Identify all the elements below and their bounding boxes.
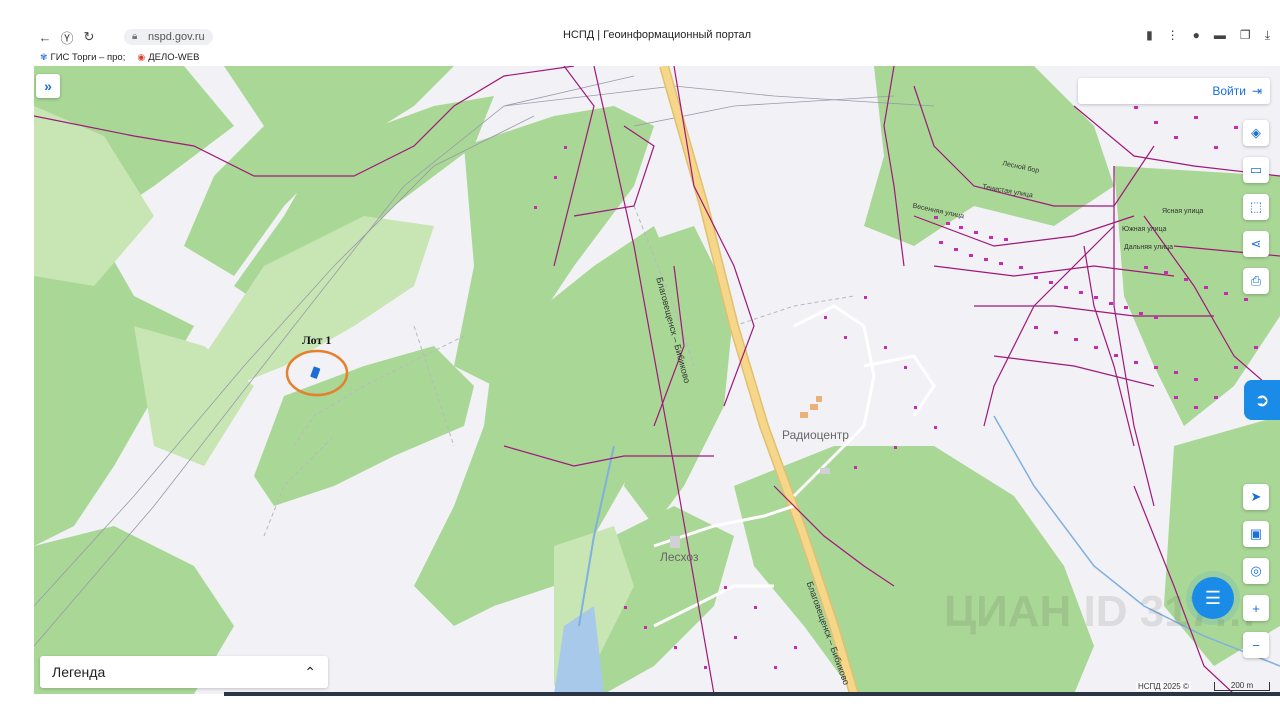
address-bar[interactable]: 🔒︎ nspd.gov.ru — [124, 29, 213, 45]
select-area-button[interactable]: ⬚ — [1243, 194, 1269, 220]
print-icon: ⎙ — [1250, 273, 1262, 288]
geo-search-button[interactable]: ◎ — [1243, 558, 1269, 584]
login-label: Войти — [1212, 84, 1246, 98]
zoom-in-icon: + — [1252, 600, 1260, 616]
map-attribution: НСПД 2025 © — [1136, 682, 1191, 691]
zoom-out-button[interactable]: − — [1243, 632, 1269, 658]
map-canvas[interactable]: ЦИАН ID 317… Лот 1 Радиоцентр Лесхоз Бла… — [34, 66, 1280, 694]
minimap-icon: ▣ — [1249, 526, 1263, 541]
gis-torgi-icon: ✾ — [40, 52, 48, 62]
geo-search-icon: ◎ — [1250, 563, 1262, 578]
zoom-out-icon: − — [1252, 637, 1260, 653]
browser-actions: ▮ ⋮ ● ▬ ❐ ⤓ — [1146, 28, 1270, 43]
street-label-5: Ясная улица — [1162, 208, 1204, 215]
legend-dropdown[interactable]: Легенда ⌃ — [40, 656, 328, 688]
map-svg: ЦИАН ID 317… — [34, 66, 1280, 694]
locate-arrow-icon: ➤ — [1250, 489, 1262, 504]
bookmarks-bar: ✾ ГИС Торги – про; ◉ ДЕЛО-WEB — [40, 52, 199, 63]
back-icon[interactable]: ← — [34, 30, 56, 45]
menu-dots-icon[interactable]: ⋮ — [1167, 28, 1179, 43]
browser-window: ← Ⓨ ↻ 🔒︎ nspd.gov.ru НСПД | Геоинформаци… — [0, 0, 1280, 720]
zoom-in-button[interactable]: + — [1243, 595, 1269, 621]
reload-icon[interactable]: ↻ — [78, 29, 100, 45]
village-radiocenter-label: Радиоцентр — [782, 428, 849, 442]
minimap-button[interactable]: ▣ — [1243, 521, 1269, 547]
tabs-icon[interactable]: ❐ — [1240, 28, 1251, 43]
ruler-button[interactable]: ▭ — [1243, 157, 1269, 183]
scale-bar: 200 m — [1214, 682, 1270, 691]
page-title: НСПД | Геоинформационный портал — [562, 29, 752, 41]
street-label-4: Дальняя улица — [1124, 244, 1173, 251]
download-icon[interactable]: ⤓ — [1265, 28, 1270, 43]
delo-web-icon: ◉ — [137, 52, 146, 62]
arrow-badge-icon: ➲ — [1254, 389, 1270, 410]
extension2-icon[interactable]: ▬ — [1214, 28, 1226, 43]
login-icon: ⇥ — [1251, 84, 1262, 98]
url-text: nspd.gov.ru — [148, 31, 205, 43]
lock-icon: 🔒︎ — [132, 31, 138, 42]
double-chevron-right-icon: » — [44, 78, 52, 94]
login-button[interactable]: Войти ⇥ — [1078, 78, 1270, 104]
chevron-updown-icon: ⌃ — [304, 663, 316, 680]
expand-panel-button[interactable]: » — [36, 74, 60, 98]
side-panel-tab[interactable]: ➲ — [1244, 380, 1280, 420]
layers-icon: ◈ — [1251, 125, 1261, 140]
bottom-strip — [224, 692, 1280, 696]
browser-toolbar: ← Ⓨ ↻ 🔒︎ nspd.gov.ru НСПД | Геоинформаци… — [34, 26, 1280, 48]
bookmark-icon[interactable]: ▮ — [1146, 28, 1153, 43]
street-label-3: Южная улица — [1122, 226, 1167, 233]
layers-button[interactable]: ◈ — [1243, 120, 1269, 146]
chat-button[interactable]: ☰ — [1192, 577, 1234, 619]
lot-label: Лот 1 — [302, 333, 332, 347]
village-leskhoz-label: Лесхоз — [660, 550, 699, 564]
yandex-icon[interactable]: Ⓨ — [56, 28, 78, 47]
chat-icon: ☰ — [1204, 587, 1222, 608]
bookmark-gis-torgi[interactable]: ✾ ГИС Торги – про; — [40, 52, 125, 63]
share-icon: ⋖ — [1250, 236, 1262, 251]
locate-button[interactable]: ➤ — [1243, 484, 1269, 510]
bookmark-delo-web[interactable]: ◉ ДЕЛО-WEB — [137, 52, 199, 63]
extension-icon[interactable]: ● — [1193, 28, 1200, 43]
print-button[interactable]: ⎙ — [1243, 268, 1269, 294]
select-area-icon: ⬚ — [1249, 199, 1263, 214]
share-button[interactable]: ⋖ — [1243, 231, 1269, 257]
legend-label: Легенда — [52, 664, 106, 680]
ruler-icon: ▭ — [1249, 162, 1263, 177]
